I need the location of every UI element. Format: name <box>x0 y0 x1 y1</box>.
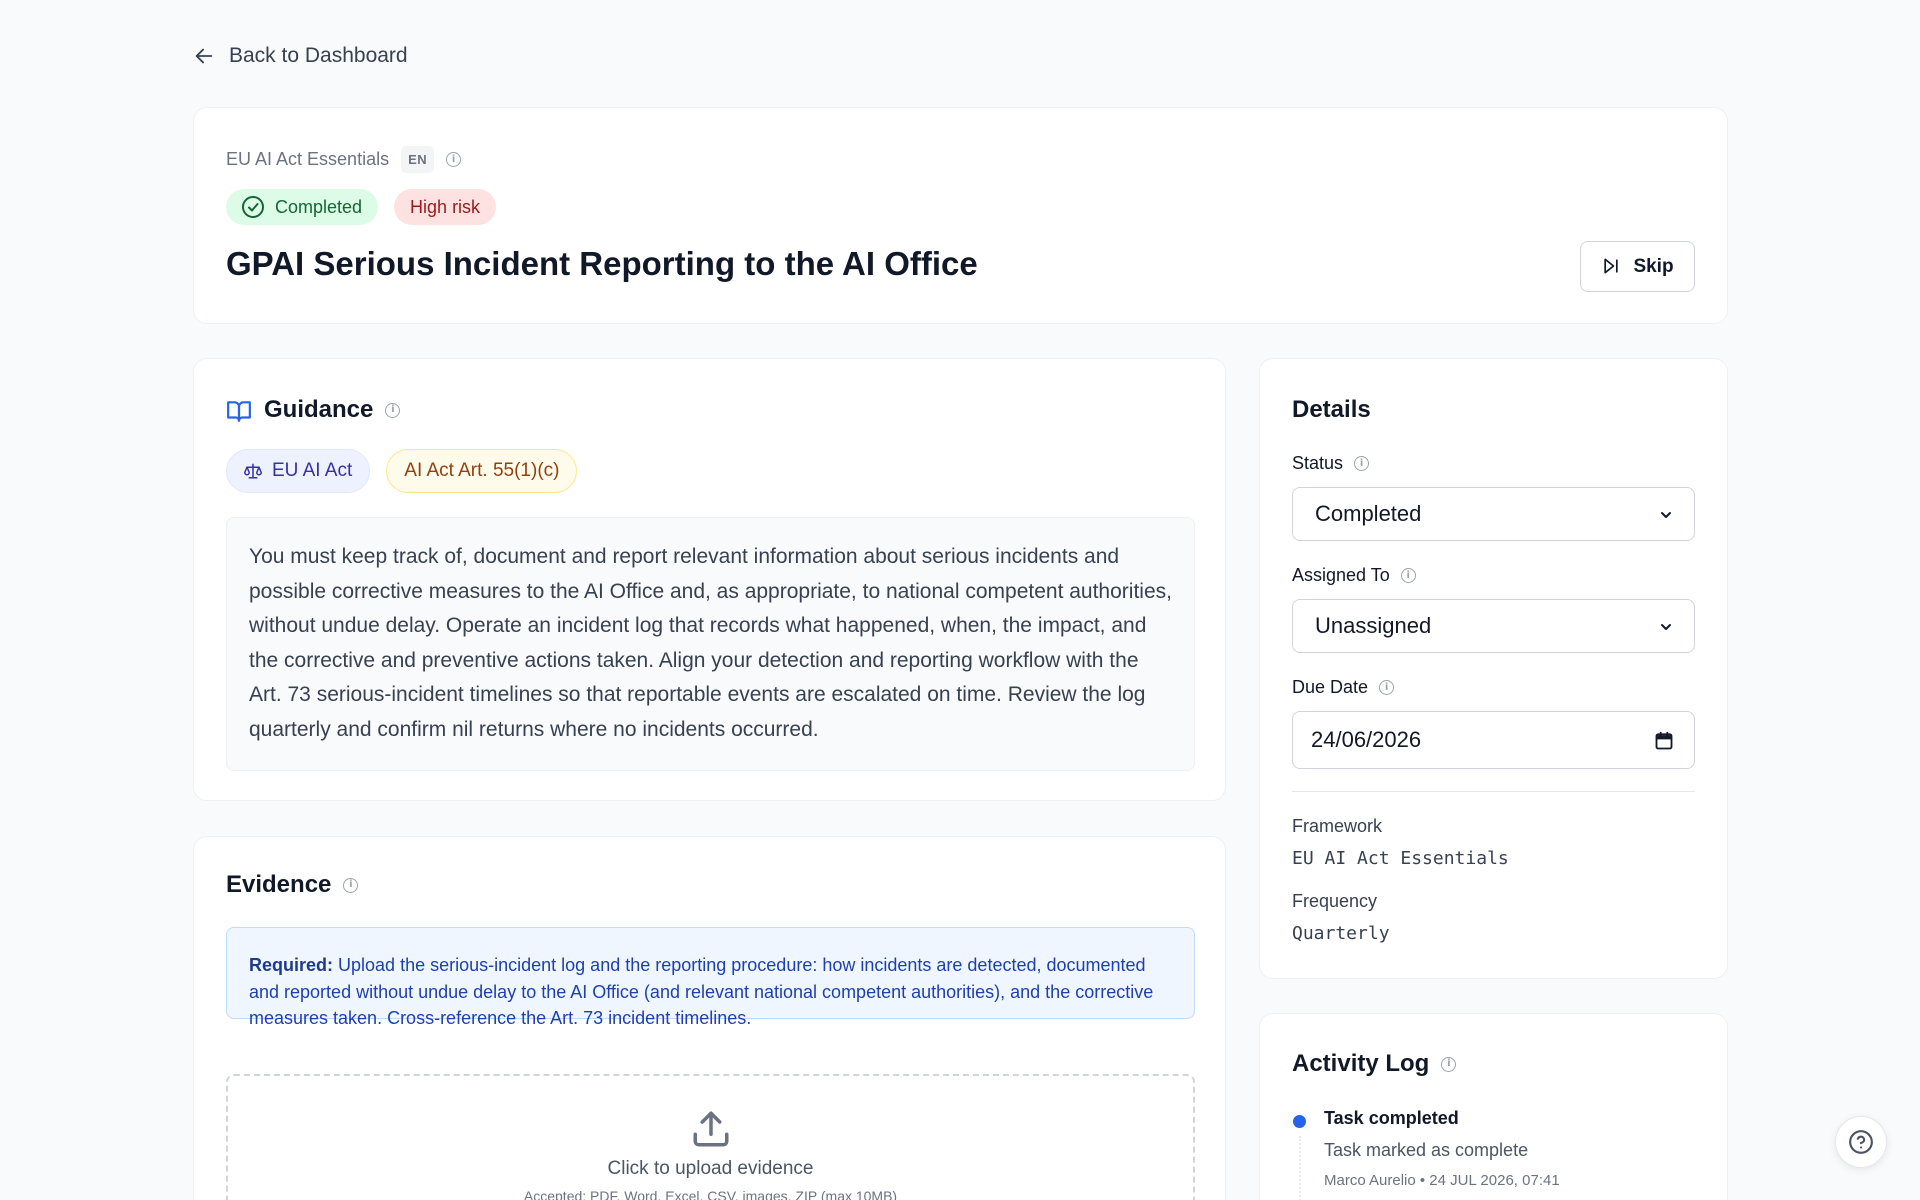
calendar-icon[interactable] <box>1654 727 1674 753</box>
back-to-dashboard-link[interactable]: Back to Dashboard <box>193 44 408 68</box>
due-date-label: Due Date <box>1292 677 1369 697</box>
activity-log-card: Activity Log i Task completed Task marke… <box>1259 1013 1728 1200</box>
info-icon[interactable]: i <box>343 877 359 893</box>
activity-item-description: Task marked as complete <box>1324 1140 1529 1160</box>
required-label: Required: <box>249 955 334 975</box>
upload-icon <box>228 1108 1193 1150</box>
details-card: Details Status i Completed Assigned To i… <box>1259 358 1728 979</box>
activity-heading-label: Activity Log <box>1292 1050 1430 1077</box>
assignee-select[interactable]: Unassigned <box>1292 599 1695 653</box>
completed-badge-label: Completed <box>275 196 363 217</box>
frequency-meta-label: Frequency <box>1292 891 1378 911</box>
page-title: GPAI Serious Incident Reporting to the A… <box>226 245 978 282</box>
evidence-heading-label: Evidence <box>226 871 332 898</box>
upload-label: Click to upload evidence <box>607 1158 814 1179</box>
info-icon[interactable]: i <box>1400 568 1416 583</box>
book-open-icon <box>226 396 252 424</box>
timeline-line <box>1299 1136 1301 1200</box>
skip-button[interactable]: Skip <box>1580 241 1695 292</box>
due-date-input[interactable]: 24/06/2026 <box>1292 711 1695 769</box>
chevron-down-icon <box>1658 501 1674 527</box>
info-icon[interactable]: i <box>1379 680 1395 695</box>
status-select[interactable]: Completed <box>1292 487 1695 541</box>
details-divider <box>1292 791 1695 792</box>
guidance-text: You must keep track of, document and rep… <box>226 517 1195 771</box>
assigned-field-label: Assigned To i <box>1292 565 1416 586</box>
status-label: Status <box>1292 453 1344 473</box>
scale-icon <box>244 460 262 482</box>
evidence-heading: Evidence i <box>226 871 359 899</box>
info-icon[interactable]: i <box>385 402 401 418</box>
upload-note: Accepted: PDF, Word, Excel, CSV, images,… <box>523 1188 898 1200</box>
framework-meta-label: Framework <box>1292 816 1383 836</box>
guidance-heading-label: Guidance <box>264 396 374 423</box>
due-date-field-label: Due Date i <box>1292 677 1395 698</box>
completed-status-badge: Completed <box>226 189 379 225</box>
skip-button-label: Skip <box>1633 255 1674 277</box>
activity-item-title: Task completed <box>1324 1108 1459 1128</box>
required-text: Upload the serious-incident log and the … <box>249 955 1154 1028</box>
task-header-card: EU AI Act Essentials EN i Completed High… <box>193 107 1728 324</box>
article-tag[interactable]: AI Act Art. 55(1)(c) <box>386 449 578 493</box>
activity-item-meta: Marco Aurelio • 24 JUL 2026, 07:41 <box>1324 1172 1560 1189</box>
framework-name: EU AI Act Essentials <box>226 149 390 169</box>
skip-forward-icon <box>1601 256 1621 278</box>
details-heading: Details <box>1292 396 1371 423</box>
status-select-value: Completed <box>1315 501 1422 526</box>
chevron-down-icon <box>1658 613 1674 639</box>
evidence-card: Evidence i Required: Upload the serious-… <box>193 836 1226 1200</box>
risk-badge: High risk <box>394 189 497 225</box>
check-circle-icon <box>241 195 265 219</box>
timeline-dot <box>1293 1115 1306 1128</box>
framework-tag[interactable]: EU AI Act <box>226 449 371 493</box>
info-icon[interactable]: i <box>446 152 462 167</box>
framework-meta-value: EU AI Act Essentials <box>1292 848 1509 869</box>
activity-log-heading: Activity Log i <box>1292 1050 1457 1078</box>
language-badge: EN <box>401 146 435 173</box>
due-date-value: 24/06/2026 <box>1311 727 1422 752</box>
framework-tag-label: EU AI Act <box>272 460 353 481</box>
status-field-label: Status i <box>1292 453 1370 474</box>
guidance-card: Guidance i EU AI Act AI Act Art. 55(1)(c… <box>193 358 1226 801</box>
guidance-heading: Guidance i <box>226 396 401 424</box>
arrow-left-icon <box>193 44 215 68</box>
guidance-tags: EU AI Act AI Act Art. 55(1)(c) <box>226 449 578 493</box>
info-icon[interactable]: i <box>1441 1056 1457 1072</box>
evidence-requirement-notice: Required: Upload the serious-incident lo… <box>226 927 1195 1028</box>
assignee-select-value: Unassigned <box>1315 613 1432 638</box>
info-icon[interactable]: i <box>1354 456 1370 471</box>
back-link-label: Back to Dashboard <box>229 44 408 67</box>
status-pill-row: Completed High risk <box>226 189 497 225</box>
assigned-label: Assigned To <box>1292 565 1390 585</box>
framework-line: EU AI Act Essentials EN i <box>226 146 462 173</box>
frequency-meta-value: Quarterly <box>1292 923 1390 944</box>
evidence-upload-dropzone[interactable]: Click to upload evidence Accepted: PDF, … <box>226 1074 1195 1200</box>
help-circle-icon <box>1848 1129 1874 1155</box>
help-button[interactable] <box>1835 1116 1887 1168</box>
